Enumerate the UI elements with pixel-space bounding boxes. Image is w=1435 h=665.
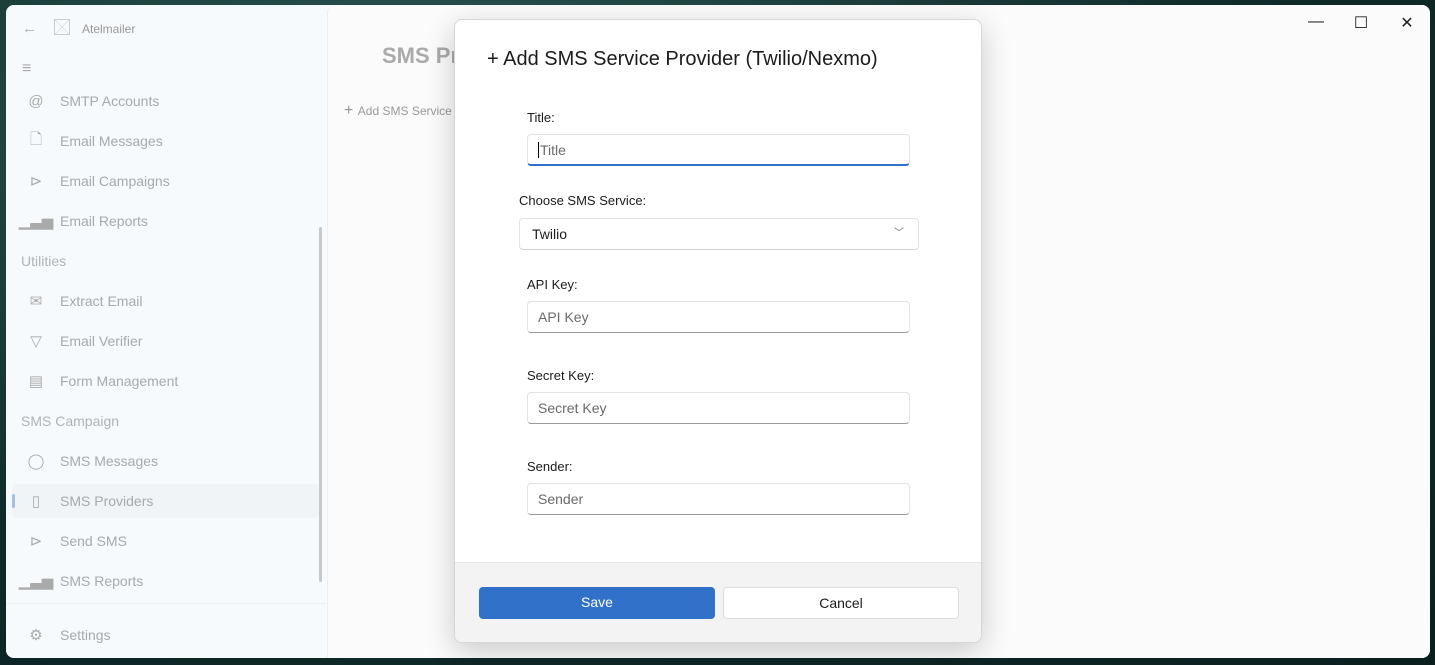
sidebar-item-label: Email Reports	[60, 213, 148, 229]
sidebar-section-header: SMS Campaign	[21, 413, 120, 429]
send-icon: ⊳	[29, 533, 43, 550]
sidebar-item-label: Email Campaigns	[60, 173, 170, 189]
sidebar-item-label: SMS Providers	[60, 493, 154, 509]
gear-icon: ⚙	[29, 627, 43, 644]
sidebar-item-extract-email[interactable]: ✉ Extract Email	[12, 284, 320, 318]
sms-service-value: Twilio	[532, 226, 568, 242]
sms-service-select[interactable]: Twilio ﹀	[519, 218, 919, 250]
sidebar-item-settings[interactable]: ⚙ Settings	[12, 618, 320, 652]
title-input[interactable]: Title	[527, 134, 910, 166]
sidebar-item-label: Send SMS	[60, 533, 127, 549]
sidebar-item-label: SMS Reports	[60, 573, 144, 589]
sender-input[interactable]: Sender	[527, 483, 910, 515]
title-placeholder: Title	[538, 142, 566, 158]
close-button[interactable]: ✕	[1392, 13, 1422, 33]
secret-key-label: Secret Key:	[527, 368, 595, 383]
filter-icon: ▽	[30, 333, 42, 350]
secret-key-placeholder: Secret Key	[538, 400, 607, 416]
dialog-title-text: Add SMS Service Provider (Twilio/Nexmo)	[503, 48, 878, 70]
sms-service-label: Choose SMS Service:	[519, 193, 647, 208]
add-sms-provider-dialog: + Add SMS Service Provider (Twilio/Nexmo…	[454, 19, 982, 643]
sidebar-item-email-messages[interactable]: 🗋 Email Messages	[12, 124, 320, 158]
sidebar-item-sms-messages[interactable]: ◯ SMS Messages	[12, 444, 320, 478]
sidebar-item-label: Email Verifier	[60, 333, 143, 349]
chevron-down-icon: ﹀	[894, 228, 904, 239]
signal-bars-icon: ▁▃▅	[18, 573, 54, 590]
sidebar-item-label: SMTP Accounts	[60, 93, 160, 109]
sidebar-item-email-verifier[interactable]: ▽ Email Verifier	[12, 324, 320, 358]
api-key-input[interactable]: API Key	[527, 301, 910, 333]
sidebar-item-email-campaigns[interactable]: ⊳ Email Campaigns	[12, 164, 320, 198]
divider	[6, 603, 326, 604]
mail-icon: ✉	[29, 293, 43, 310]
sidebar: ← Atelmailer ≡ @ SMTP Accounts 🗋 Email Mess…	[6, 5, 326, 658]
sidebar-item-send-sms[interactable]: ⊳ Send SMS	[12, 524, 320, 558]
sender-placeholder: Sender	[538, 491, 584, 507]
sidebar-item-label: Settings	[60, 627, 111, 643]
api-key-placeholder: API Key	[538, 309, 589, 325]
sidebar-section-header: Utilities	[21, 253, 67, 269]
chat-icon: ◯	[27, 453, 45, 470]
sidebar-scrollbar[interactable]	[319, 227, 322, 582]
plus-icon: +	[487, 48, 504, 70]
app-logo-icon	[54, 19, 70, 35]
cancel-button[interactable]: Cancel	[723, 587, 959, 619]
api-key-label: API Key:	[527, 277, 578, 292]
hamburger-menu-icon[interactable]: ≡	[22, 60, 31, 78]
dialog-footer: Save Cancel	[455, 562, 981, 642]
dialog-title: + Add SMS Service Provider (Twilio/Nexmo…	[487, 48, 878, 71]
signal-bars-icon: ▁▃▅	[18, 213, 54, 230]
maximize-button[interactable]: ☐	[1346, 13, 1376, 33]
at-icon: @	[28, 92, 44, 110]
plus-icon: +	[344, 102, 358, 119]
sidebar-item-sms-providers[interactable]: ▯ SMS Providers	[12, 484, 320, 518]
sidebar-item-label: Email Messages	[60, 133, 163, 149]
sidebar-item-sms-reports[interactable]: ▁▃▅ SMS Reports	[12, 564, 320, 598]
document-icon: 🗋	[29, 130, 43, 148]
sidebar-item-email-reports[interactable]: ▁▃▅ Email Reports	[12, 204, 320, 238]
app-title: Atelmailer	[82, 22, 136, 36]
secret-key-input[interactable]: Secret Key	[527, 392, 910, 424]
sidebar-item-smtp-accounts[interactable]: @ SMTP Accounts	[12, 84, 320, 118]
phone-icon: ▯	[31, 493, 41, 510]
form-icon: ▤	[28, 373, 44, 390]
sidebar-item-label: Extract Email	[60, 293, 143, 309]
sender-label: Sender:	[527, 459, 573, 474]
sidebar-item-label: SMS Messages	[60, 453, 159, 469]
minimize-button[interactable]: —	[1301, 13, 1331, 31]
sidebar-item-label: Form Management	[60, 373, 179, 389]
save-button[interactable]: Save	[479, 587, 715, 619]
title-label: Title:	[527, 110, 555, 125]
back-icon[interactable]: ←	[22, 20, 37, 37]
send-icon: ⊳	[29, 173, 43, 190]
sidebar-item-form-management[interactable]: ▤ Form Management	[12, 364, 320, 398]
